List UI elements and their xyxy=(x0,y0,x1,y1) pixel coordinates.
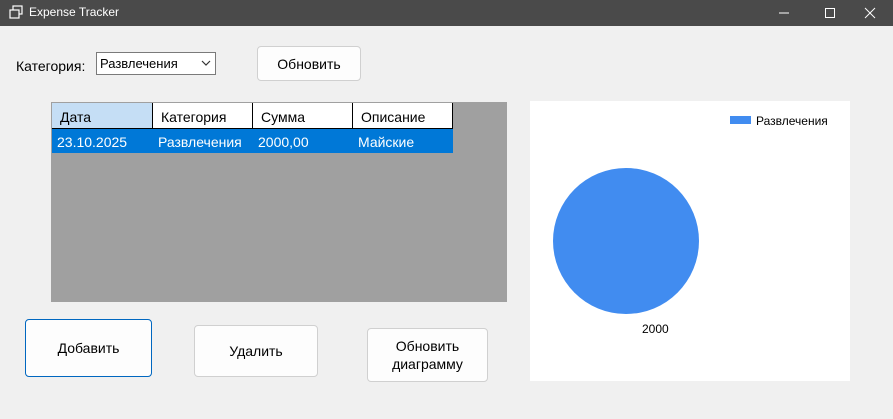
cell-date[interactable]: 23.10.2025 xyxy=(52,129,153,153)
app-window-icon xyxy=(9,5,23,19)
close-icon xyxy=(864,7,876,19)
cell-category[interactable]: Развлечения xyxy=(153,129,253,153)
pie-plot xyxy=(553,168,699,314)
cell-description[interactable]: Майские xyxy=(353,129,453,153)
column-header-description[interactable]: Описание xyxy=(353,103,453,129)
column-header-amount[interactable]: Сумма xyxy=(253,103,353,129)
pie-data-label: 2000 xyxy=(642,322,669,336)
window-title: Expense Tracker xyxy=(29,5,120,19)
close-button[interactable] xyxy=(847,0,893,26)
maximize-icon xyxy=(825,8,835,18)
add-button[interactable]: Добавить xyxy=(25,319,152,377)
minimize-button[interactable] xyxy=(761,0,807,26)
refresh-button[interactable]: Обновить xyxy=(257,46,361,81)
expense-pie-chart: Развлечения 2000 xyxy=(530,101,850,381)
category-select[interactable]: Развлечения xyxy=(96,52,216,75)
table-row[interactable]: 23.10.2025 Развлечения 2000,00 Майские xyxy=(52,129,453,153)
delete-button[interactable]: Удалить xyxy=(194,325,318,377)
category-select-value: Развлечения xyxy=(100,56,178,71)
minimize-icon xyxy=(779,12,789,14)
column-header-category[interactable]: Категория xyxy=(153,103,253,129)
update-chart-button[interactable]: Обновить диаграмму xyxy=(367,328,488,382)
pie-slice xyxy=(553,168,699,314)
column-header-date[interactable]: Дата xyxy=(52,103,153,129)
table-header: Дата Категория Сумма Описание xyxy=(52,103,453,129)
expenses-table[interactable]: Дата Категория Сумма Описание 23.10.2025… xyxy=(51,102,507,302)
category-label: Категория: xyxy=(16,58,86,74)
chevron-down-icon xyxy=(201,60,211,66)
title-bar: Expense Tracker xyxy=(0,0,893,26)
cell-amount[interactable]: 2000,00 xyxy=(253,129,353,153)
